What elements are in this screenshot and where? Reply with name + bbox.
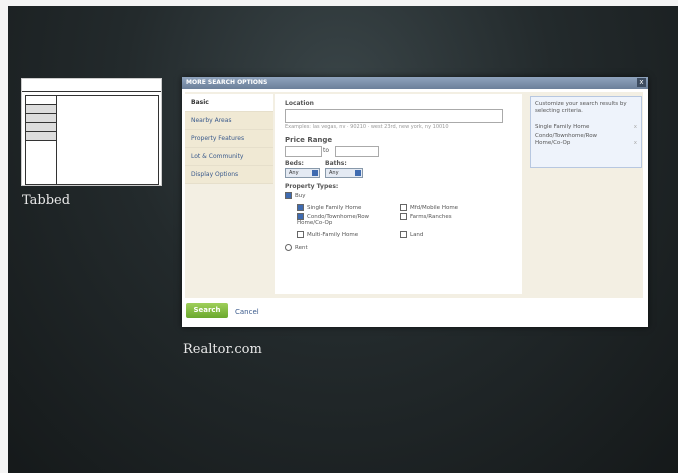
chevron-down-icon xyxy=(355,170,361,176)
beds-select[interactable]: Any xyxy=(285,168,320,178)
price-max-input[interactable] xyxy=(335,146,379,157)
tab-basic[interactable]: Basic xyxy=(185,94,273,112)
type-label: Condo/Townhome/Row Home/Co-Op xyxy=(297,214,370,226)
type-label: Land xyxy=(410,232,424,238)
wireframe-tab-list xyxy=(25,95,57,185)
buy-label: Buy xyxy=(295,193,306,199)
criteria-item: Condo/Townhome/Row Home/Co-Op xyxy=(535,133,598,146)
chevron-down-icon xyxy=(312,170,318,176)
buy-option[interactable]: Buy xyxy=(285,192,306,199)
baths-value: Any xyxy=(329,170,339,176)
location-input[interactable] xyxy=(285,109,503,123)
close-icon[interactable]: x xyxy=(637,78,646,87)
criteria-help-text: Customize your search results by selecti… xyxy=(535,101,627,114)
remove-criteria-icon[interactable]: x xyxy=(634,124,637,130)
left-frame-edge xyxy=(0,0,8,473)
options-sidebar: Basic Nearby Areas Property Features Lot… xyxy=(185,94,273,184)
rent-option[interactable]: Rent xyxy=(285,244,308,251)
tab-property-features[interactable]: Property Features xyxy=(185,130,273,148)
type-checkbox[interactable]: Mfd/Mobile Home xyxy=(400,204,458,211)
rent-radio[interactable] xyxy=(285,244,292,251)
type-checkbox[interactable]: Condo/Townhome/Row Home/Co-Op xyxy=(297,213,393,226)
rent-label: Rent xyxy=(295,245,308,251)
beds-label: Beds: xyxy=(285,160,304,167)
beds-value: Any xyxy=(289,170,299,176)
type-label: Farms/Ranches xyxy=(410,214,452,220)
property-types-label: Property Types: xyxy=(285,183,339,190)
dialog-title: MORE SEARCH OPTIONS xyxy=(182,77,648,89)
price-range-label: Price Range xyxy=(285,136,333,144)
top-frame-edge xyxy=(0,0,678,6)
wireframe-content-pane xyxy=(56,95,159,185)
type-checkbox[interactable]: Farms/Ranches xyxy=(400,213,452,220)
type-label: Multi-Family Home xyxy=(307,232,359,238)
baths-label: Baths: xyxy=(325,160,347,167)
location-hint: Examples: las vegas, nv · 90210 · west 2… xyxy=(285,124,449,130)
checkbox-icon[interactable] xyxy=(400,204,407,211)
cancel-link[interactable]: Cancel xyxy=(235,308,259,316)
checkbox-icon[interactable] xyxy=(297,213,304,220)
price-min-input[interactable] xyxy=(285,146,322,157)
baths-select[interactable]: Any xyxy=(325,168,363,178)
type-label: Single Family Home xyxy=(307,205,362,211)
wireframe-tab xyxy=(26,114,56,123)
type-checkbox[interactable]: Land xyxy=(400,231,423,238)
checkbox-icon[interactable] xyxy=(297,231,304,238)
type-checkbox[interactable]: Single Family Home xyxy=(297,204,361,211)
tabbed-wireframe xyxy=(21,78,162,186)
tab-display-options[interactable]: Display Options xyxy=(185,166,273,184)
checkbox-icon[interactable] xyxy=(400,231,407,238)
tab-lot-community[interactable]: Lot & Community xyxy=(185,148,273,166)
more-search-options-dialog: MORE SEARCH OPTIONS x Basic Nearby Areas… xyxy=(182,77,648,327)
wireframe-header xyxy=(22,79,161,92)
dialog-body: Basic Nearby Areas Property Features Lot… xyxy=(185,92,643,298)
checkbox-icon[interactable] xyxy=(297,204,304,211)
location-label: Location xyxy=(285,100,314,107)
realtor-caption: Realtor.com xyxy=(183,342,262,357)
remove-criteria-icon[interactable]: x xyxy=(634,140,637,146)
checkbox-icon[interactable] xyxy=(400,213,407,220)
search-button[interactable]: Search xyxy=(186,303,228,318)
type-checkbox[interactable]: Multi-Family Home xyxy=(297,231,358,238)
wireframe-tab xyxy=(26,96,56,105)
price-to-label: to xyxy=(323,147,330,154)
criteria-item: Single Family Home xyxy=(535,124,590,130)
criteria-summary-box: Customize your search results by selecti… xyxy=(530,96,642,168)
wireframe-tab xyxy=(26,123,56,132)
buy-radio[interactable] xyxy=(285,192,292,199)
tab-nearby-areas[interactable]: Nearby Areas xyxy=(185,112,273,130)
basic-options-panel: Location Examples: las vegas, nv · 90210… xyxy=(275,94,522,294)
type-label: Mfd/Mobile Home xyxy=(410,205,459,211)
wireframe-tab xyxy=(26,132,56,141)
wireframe-caption: Tabbed xyxy=(22,193,71,208)
wireframe-tab xyxy=(26,105,56,114)
